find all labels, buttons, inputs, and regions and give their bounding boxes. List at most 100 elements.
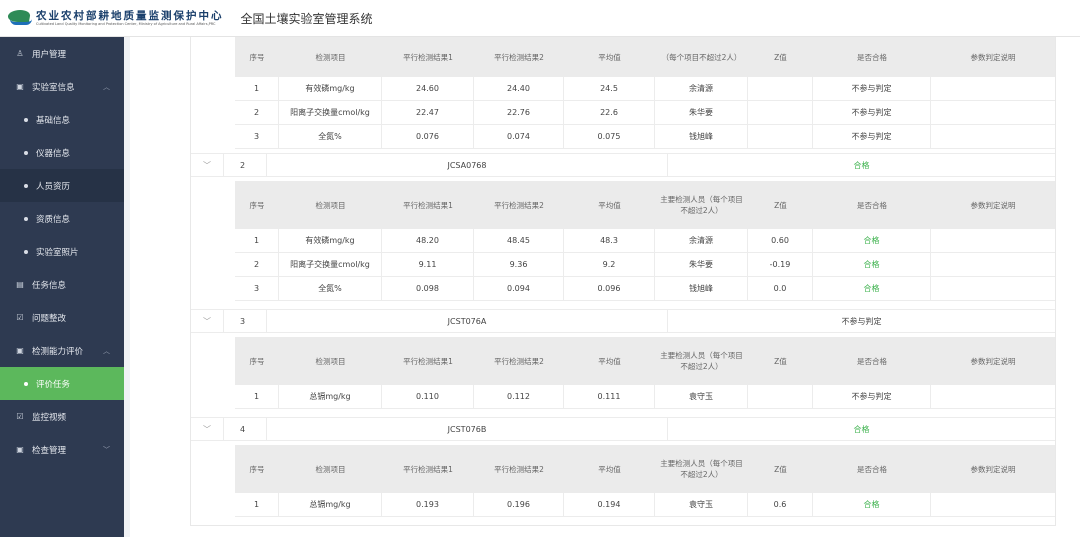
cell-item: 有效磷mg/kg bbox=[279, 77, 382, 100]
group-no: 2 bbox=[223, 154, 266, 176]
header-z: Z值 bbox=[774, 356, 787, 366]
cell-note bbox=[931, 277, 1055, 300]
cell-z bbox=[748, 125, 813, 148]
sidebar-item-8[interactable]: ☑ 问题整改 bbox=[0, 301, 124, 334]
cell-note bbox=[931, 385, 1055, 408]
sample-code: JCST076A bbox=[266, 310, 668, 332]
sidebar-item-6[interactable]: 实验室照片 bbox=[0, 235, 124, 268]
sidebar-item-4[interactable]: 人员资历 bbox=[0, 169, 124, 202]
cell-no: 3 bbox=[235, 125, 279, 148]
chevron-up-icon: ︿ bbox=[103, 82, 110, 91]
sidebar-item-7[interactable]: ▤ 任务信息 bbox=[0, 268, 124, 301]
cell-r1: 48.20 bbox=[382, 229, 474, 252]
header-person: 主要检测人员（每个项目不超过2人） bbox=[660, 459, 743, 479]
table-row: 1 总镉mg/kg 0.193 0.196 0.194 袁守玉 0.6 合格 bbox=[235, 493, 1055, 517]
cell-pass: 合格 bbox=[813, 229, 931, 252]
header-r1: 平行检测结果1 bbox=[403, 464, 453, 474]
sidebar-item-11[interactable]: ☑ 监控视频 bbox=[0, 400, 124, 433]
group-row[interactable]: ﹀ 2 JCSA0768 合格 bbox=[191, 153, 1055, 177]
header-z: Z值 bbox=[774, 200, 787, 210]
cell-pass: 不参与判定 bbox=[813, 125, 931, 148]
video-icon: ☑ bbox=[16, 412, 24, 421]
chevron-up-icon: ︿ bbox=[103, 346, 110, 355]
header-avg: 平均值 bbox=[598, 52, 621, 62]
sidebar-item-1[interactable]: ▣ 实验室信息 ︿ bbox=[0, 70, 124, 103]
chevron-down-icon: ﹀ bbox=[103, 445, 110, 454]
bullet-icon bbox=[24, 381, 28, 386]
header-avg: 平均值 bbox=[598, 356, 621, 366]
group-row[interactable]: ﹀ 4 JCST076B 合格 bbox=[191, 417, 1055, 441]
org-name-en: Cultivated Land Quality Monitoring and P… bbox=[36, 21, 216, 26]
sidebar-item-2[interactable]: 基础信息 bbox=[0, 103, 124, 136]
group-row[interactable]: ﹀ 3 JCST076A 不参与判定 bbox=[191, 309, 1055, 333]
cell-item: 全氮% bbox=[279, 277, 382, 300]
cell-pass: 不参与判定 bbox=[813, 77, 931, 100]
sidebar-item-label: 任务信息 bbox=[32, 280, 67, 291]
cell-r2: 22.76 bbox=[474, 101, 564, 124]
sidebar-item-3[interactable]: 仪器信息 bbox=[0, 136, 124, 169]
bullet-icon bbox=[24, 150, 28, 155]
header-item: 检测项目 bbox=[315, 464, 346, 474]
header-item: 检测项目 bbox=[315, 200, 346, 210]
group-detail: 序号 检测项目 平行检测结果1 平行检测结果2 平均值 主要检测人员（每个项目不超过2人）… bbox=[191, 441, 1055, 521]
table-row: 1 总镉mg/kg 0.110 0.112 0.111 袁守玉 不参与判定 bbox=[235, 385, 1055, 409]
group-status: 合格 bbox=[853, 424, 870, 434]
cell-person: 朱华要 bbox=[655, 101, 748, 124]
header-r2: 平行检测结果2 bbox=[494, 52, 544, 62]
cell-person: 余清源 bbox=[655, 77, 748, 100]
user-icon: ♙ bbox=[16, 49, 24, 58]
sidebar-item-9[interactable]: ▣ 检测能力评价 ︿ bbox=[0, 334, 124, 367]
cell-item: 全氮% bbox=[279, 125, 382, 148]
sidebar-item-label: 实验室信息 bbox=[32, 82, 75, 93]
bullet-icon bbox=[24, 249, 28, 254]
sidebar-item-label: 检查管理 bbox=[32, 445, 67, 456]
org-name-cn: 农业农村部耕地质量监测保护中心 bbox=[36, 9, 224, 22]
sidebar-item-label: 用户管理 bbox=[32, 49, 67, 60]
expand-chevron-icon[interactable]: ﹀ bbox=[191, 316, 223, 327]
bullet-icon bbox=[24, 216, 28, 221]
header-pass: 是否合格 bbox=[857, 52, 887, 62]
cell-item: 总镉mg/kg bbox=[279, 385, 382, 408]
cell-r2: 0.112 bbox=[474, 385, 564, 408]
sidebar-item-label: 检测能力评价 bbox=[32, 346, 84, 357]
cell-r1: 24.60 bbox=[382, 77, 474, 100]
header-pass: 是否合格 bbox=[857, 356, 887, 366]
header-note: 参数判定说明 bbox=[970, 464, 1016, 474]
cell-pass: 不参与判定 bbox=[813, 385, 931, 408]
evaluation-panel: 序号 检测项目 平行检测结果1 平行检测结果2 平均值 （每个项目不超过2人） Z值 是否合格… bbox=[190, 37, 1056, 526]
header-no: 序号 bbox=[249, 464, 265, 474]
expand-chevron-icon[interactable]: ﹀ bbox=[191, 160, 223, 171]
lab-icon: ▣ bbox=[16, 82, 24, 91]
sidebar-item-label: 仪器信息 bbox=[36, 148, 71, 159]
cell-avg: 24.5 bbox=[564, 77, 655, 100]
header-person: 主要检测人员（每个项目不超过2人） bbox=[660, 195, 743, 215]
cell-z bbox=[748, 77, 813, 100]
sidebar: ♙ 用户管理 ▣ 实验室信息 ︿ 基础信息 仪器信息 人员资历 资质信息 实验室照片 ▤ 任务信息 ☑ 问… bbox=[0, 37, 124, 537]
cell-avg: 48.3 bbox=[564, 229, 655, 252]
cell-z: 0.60 bbox=[748, 229, 813, 252]
header-person: （每个项目不超过2人） bbox=[661, 52, 742, 62]
header-z: Z值 bbox=[774, 464, 787, 474]
cell-r2: 0.196 bbox=[474, 493, 564, 516]
cell-person: 袁守玉 bbox=[655, 493, 748, 516]
sidebar-item-0[interactable]: ♙ 用户管理 bbox=[0, 37, 124, 70]
cell-avg: 0.111 bbox=[564, 385, 655, 408]
header-item: 检测项目 bbox=[315, 52, 346, 62]
cell-note bbox=[931, 493, 1055, 516]
cell-avg: 0.075 bbox=[564, 125, 655, 148]
table-row: 1 有效磷mg/kg 48.20 48.45 48.3 余清源 0.60 合格 bbox=[235, 229, 1055, 253]
cell-person: 余清源 bbox=[655, 229, 748, 252]
sidebar-item-12[interactable]: ▣ 检查管理 ﹀ bbox=[0, 433, 124, 466]
cell-r1: 0.076 bbox=[382, 125, 474, 148]
sidebar-item-5[interactable]: 资质信息 bbox=[0, 202, 124, 235]
sidebar-item-label: 人员资历 bbox=[36, 181, 71, 192]
expand-chevron-icon[interactable]: ﹀ bbox=[191, 424, 223, 435]
header-avg: 平均值 bbox=[598, 464, 621, 474]
group-detail: 序号 检测项目 平行检测结果1 平行检测结果2 平均值 主要检测人员（每个项目不超过2人）… bbox=[191, 177, 1055, 305]
org-logo[interactable]: 农业农村部耕地质量监测保护中心 Cultivated Land Quality … bbox=[6, 9, 224, 27]
cell-r1: 0.110 bbox=[382, 385, 474, 408]
sample-code: JCST076B bbox=[266, 418, 668, 440]
sidebar-item-10[interactable]: 评价任务 bbox=[0, 367, 124, 400]
sidebar-item-label: 问题整改 bbox=[32, 313, 67, 324]
cell-note bbox=[931, 101, 1055, 124]
